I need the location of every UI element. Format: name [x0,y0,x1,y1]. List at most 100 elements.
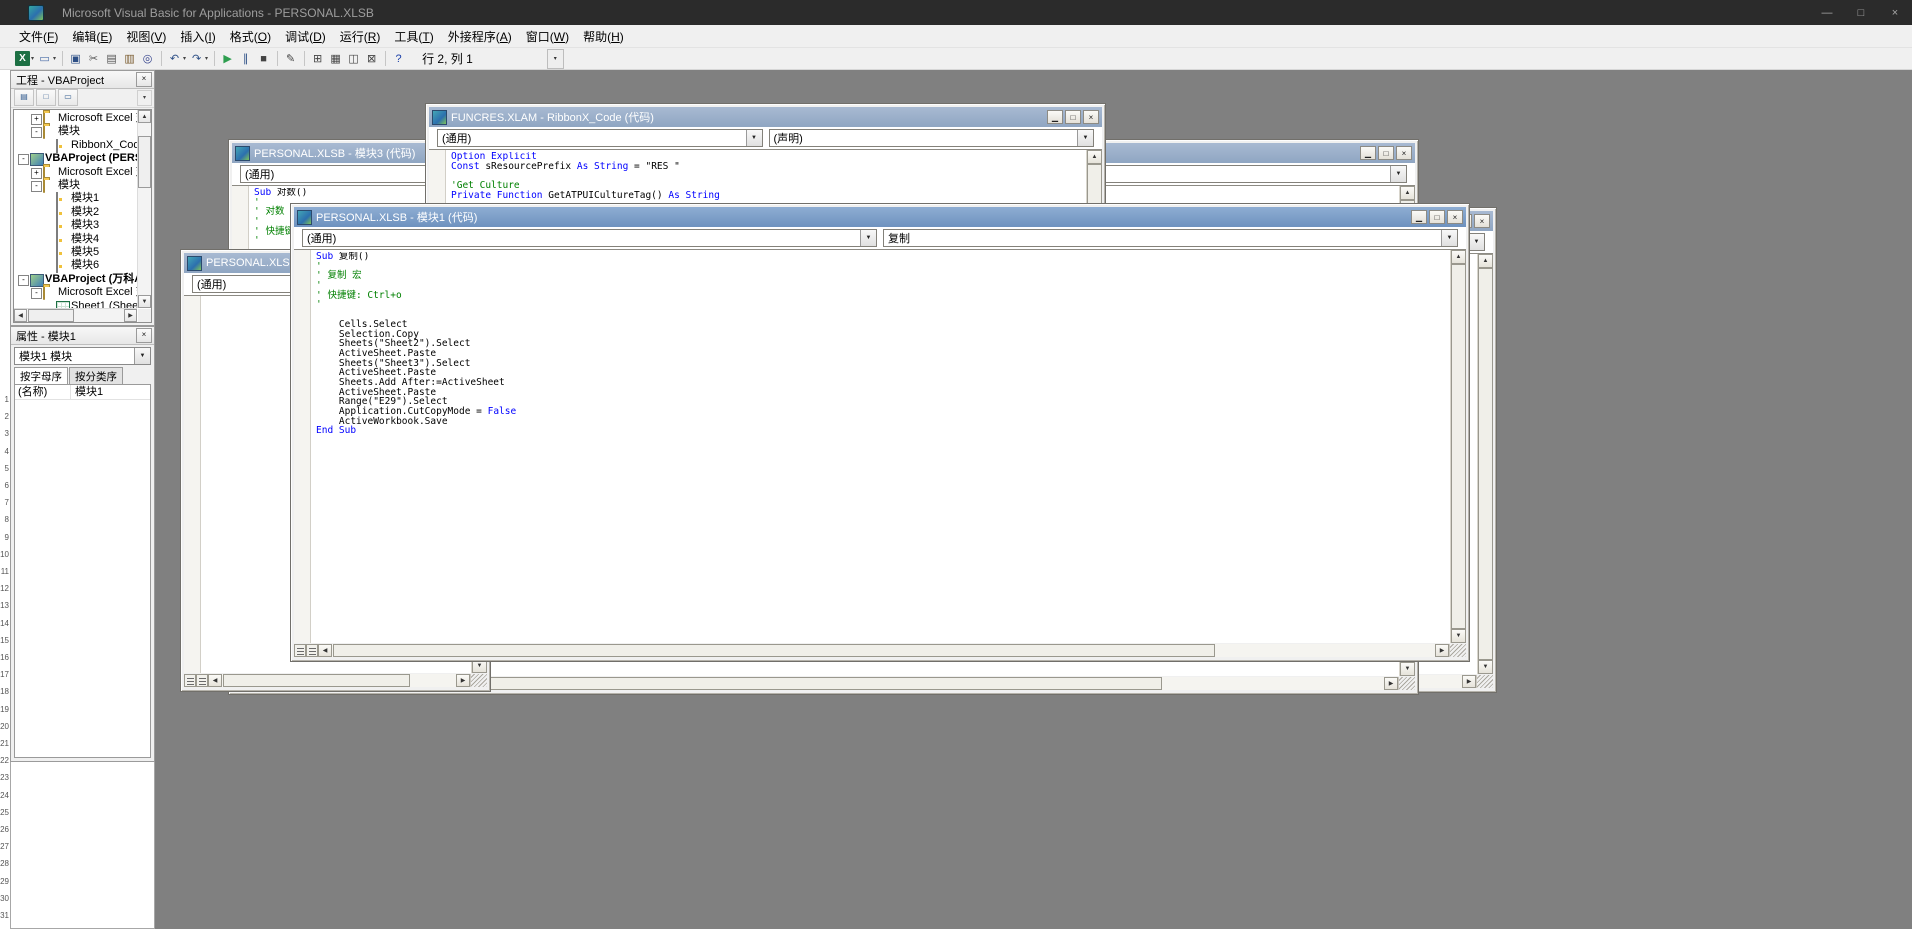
scroll-down-icon[interactable]: ▼ [138,295,151,308]
tree-item[interactable]: 模块1 [15,192,137,205]
view-excel-icon[interactable]: X▾ [14,50,35,68]
tree-item[interactable]: 模块3 [15,219,137,232]
chevron-down-icon[interactable]: ▼ [1390,166,1406,182]
menu-item-7[interactable]: 工具(T) [387,25,440,48]
run-icon[interactable]: ▶ [219,50,236,68]
scroll-up-icon[interactable]: ▲ [1451,250,1466,264]
properties-window-icon[interactable]: ▦ [327,50,344,68]
chevron-down-icon[interactable]: ▾ [183,55,186,62]
menu-item-10[interactable]: 帮助(H) [576,25,631,48]
reset-icon[interactable]: ■ [255,50,272,68]
project-explorer-header[interactable]: 工程 - VBAProject × [11,71,154,89]
scroll-down-icon[interactable]: ▼ [1400,662,1415,676]
scroll-thumb[interactable] [333,644,1215,657]
chevron-down-icon[interactable]: ▾ [31,55,34,62]
scroll-thumb[interactable] [223,674,410,687]
cut-icon[interactable]: ✂ [85,50,102,68]
tree-item[interactable]: 模块6 [15,259,137,272]
vertical-scrollbar[interactable]: ▲▼ [1450,250,1466,643]
scroll-left-icon[interactable]: ◀ [208,674,222,687]
app-minimize-button[interactable]: — [1810,0,1844,25]
menu-item-4[interactable]: 格式(O) [223,25,278,48]
full-module-view-button[interactable] [306,644,318,657]
tree-item[interactable]: RibbonX_Code [15,139,137,152]
chevron-down-icon[interactable]: ▼ [860,230,876,246]
tree-horizontal-scrollbar[interactable]: ◀ ▶ [14,308,137,322]
properties-close-icon[interactable]: × [136,328,152,343]
break-icon[interactable]: ∥ [237,50,254,68]
tree-vertical-scrollbar[interactable]: ▲ ▼ [137,110,151,308]
scroll-right-icon[interactable]: ▶ [1435,644,1449,657]
chevron-down-icon[interactable]: ▼ [1077,130,1093,146]
scroll-right-icon[interactable]: ▶ [456,674,470,687]
menu-item-8[interactable]: 外接程序(A) [441,25,519,48]
menu-item-5[interactable]: 调试(D) [278,25,333,48]
collapse-icon[interactable]: - [18,154,29,165]
help-icon[interactable]: ? [390,50,407,68]
procedure-view-button[interactable] [184,674,196,687]
scroll-thumb[interactable] [1451,264,1466,629]
object-selector-dropdown[interactable]: 模块1 模块 ▼ [14,347,151,365]
horizontal-scrollbar[interactable] [332,644,1435,657]
chevron-down-icon[interactable]: ▾ [53,55,56,62]
menu-item-2[interactable]: 视图(V) [119,25,173,48]
scroll-left-icon[interactable]: ◀ [14,309,27,322]
code-editor[interactable]: Sub 复制()'' 复制 宏'' 快捷键: Ctrl+o' Cells.Sel… [294,250,1466,643]
tree-item[interactable]: -模块 [15,179,137,192]
full-module-view-button[interactable] [196,674,208,687]
object-dropdown[interactable]: (通用)▼ [302,229,877,247]
minimize-button[interactable]: ▁ [1047,110,1063,124]
redo-icon[interactable]: ↷▾ [188,50,209,68]
chevron-down-icon[interactable]: ▼ [1441,230,1457,246]
toggle-folders-button[interactable]: ▭ [58,89,78,106]
copy-icon[interactable]: ▤ [103,50,120,68]
menu-item-3[interactable]: 插入(I) [173,25,222,48]
property-value[interactable]: 模块1 [71,385,150,399]
scroll-down-icon[interactable]: ▼ [1478,660,1493,674]
object-dropdown[interactable]: (通用)▼ [437,129,763,147]
app-maximize-button[interactable]: □ [1844,0,1878,25]
project-explorer-close-icon[interactable]: × [136,72,152,87]
scroll-up-icon[interactable]: ▲ [1478,254,1493,268]
tree-item[interactable]: +Microsoft Excel 对象 [15,112,137,125]
chevron-down-icon[interactable]: ▾ [137,90,152,106]
scroll-left-icon[interactable]: ◀ [318,644,332,657]
scroll-down-icon[interactable]: ▼ [1451,629,1466,643]
chevron-down-icon[interactable]: ▼ [1468,234,1484,250]
chevron-down-icon[interactable]: ▼ [746,130,762,146]
undo-icon[interactable]: ↶▾ [166,50,187,68]
tree-item[interactable]: -模块 [15,125,137,138]
collapse-icon[interactable]: - [31,288,42,299]
collapse-icon[interactable]: - [18,275,29,286]
expand-icon[interactable]: + [31,168,42,179]
toolbar-options-button[interactable]: ▾ [547,49,564,69]
scroll-thumb[interactable] [1478,268,1493,660]
tree-item[interactable]: -VBAProject (万科A [15,273,137,286]
expand-icon[interactable]: + [31,114,42,125]
resize-grip[interactable] [470,674,487,687]
tree-item[interactable]: 模块2 [15,206,137,219]
paste-icon[interactable]: ▥ [121,50,138,68]
procedure-view-button[interactable] [294,644,306,657]
window-titlebar[interactable]: PERSONAL.XLSB - 模块1 (代码)▁□× [294,207,1466,227]
design-mode-icon[interactable]: ✎ [282,50,299,68]
scroll-up-icon[interactable]: ▲ [138,110,151,123]
maximize-button[interactable]: □ [1378,146,1394,160]
resize-grip[interactable] [1398,677,1415,690]
close-button[interactable]: × [1474,214,1490,228]
resize-grip[interactable] [1476,675,1493,688]
toolbox-icon[interactable]: ⊠ [363,50,380,68]
properties-header[interactable]: 属性 - 模块1 × [11,327,154,345]
scroll-thumb[interactable] [138,136,151,188]
collapse-icon[interactable]: - [31,127,42,138]
app-close-button[interactable]: × [1878,0,1912,25]
maximize-button[interactable]: □ [1429,210,1445,224]
chevron-down-icon[interactable]: ▼ [134,348,150,364]
tree-item[interactable]: +Microsoft Excel 对象 [15,166,137,179]
project-explorer-icon[interactable]: ⊞ [309,50,326,68]
scroll-right-icon[interactable]: ▶ [124,309,137,322]
close-button[interactable]: × [1396,146,1412,160]
insert-userform-icon[interactable]: ▭▾ [36,50,57,68]
tree-item[interactable]: 模块4 [15,233,137,246]
tree-item[interactable]: -Microsoft Excel 对象 [15,286,137,299]
